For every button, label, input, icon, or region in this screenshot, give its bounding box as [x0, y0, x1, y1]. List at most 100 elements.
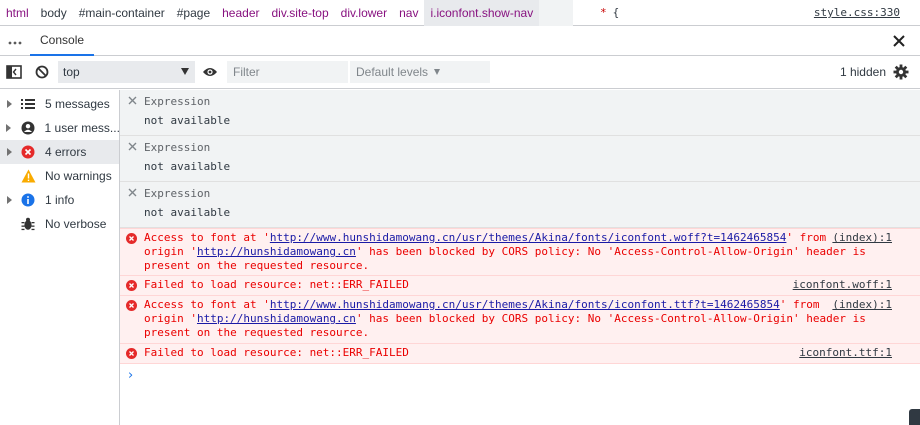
error-line: origin 'http://hunshidamowang.cn' has be… — [144, 245, 866, 258]
error-icon — [126, 233, 137, 244]
remove-expression-icon[interactable] — [128, 96, 137, 105]
breadcrumb-html[interactable]: html — [0, 0, 35, 26]
css-brace: { — [612, 6, 620, 19]
console-sidebar: 5 messages 1 user mess... 4 errors No wa… — [0, 90, 120, 425]
breadcrumb-div-lower[interactable]: div.lower — [335, 0, 393, 26]
filter-input[interactable] — [227, 61, 348, 83]
console-messages: Expression not available Expression not … — [120, 90, 920, 425]
remove-expression-icon[interactable] — [128, 142, 137, 151]
sidebar-item-label: 4 errors — [45, 145, 87, 159]
close-icon — [893, 34, 905, 47]
toggle-sidebar-button[interactable] — [0, 56, 28, 89]
error-url-link[interactable]: http://www.hunshidamowang.cn/usr/themes/… — [270, 298, 780, 311]
error-origin-link[interactable]: http://hunshidamowang.cn — [197, 245, 356, 258]
clear-icon — [35, 65, 49, 79]
breadcrumb-header[interactable]: header — [216, 0, 265, 26]
sidebar-item-label: 1 info — [45, 193, 75, 207]
live-expression-button[interactable] — [195, 56, 225, 89]
error-line: present on the requested resource. — [144, 259, 370, 272]
sidebar-item-label: 1 user mess... — [44, 121, 119, 135]
remove-expression-icon[interactable] — [128, 188, 137, 197]
error-line: Access to font at 'http://www.hunshidamo… — [144, 231, 827, 244]
sidebar-item-label: 5 messages — [45, 97, 110, 111]
user-icon — [18, 120, 38, 136]
console-prompt[interactable]: › — [120, 364, 920, 384]
scroll-corner — [909, 409, 920, 425]
error-source-link[interactable]: (index):1 — [832, 298, 892, 312]
console-toolbar: top Default levels 1 hidden — [0, 56, 920, 89]
expand-arrow-icon[interactable] — [0, 100, 18, 108]
bug-icon — [18, 216, 38, 232]
breadcrumb-page[interactable]: #page — [171, 0, 216, 26]
expression-value: not available — [144, 114, 231, 127]
console-error-message: Access to font at 'http://www.hunshidamo… — [120, 296, 920, 344]
breadcrumb-body[interactable]: body — [35, 0, 73, 26]
elements-breadcrumb-bar: html body #main-container #page header d… — [0, 0, 920, 26]
live-expression: Expression not available — [120, 90, 920, 136]
warning-icon — [18, 168, 38, 184]
sidebar-item-warnings[interactable]: No warnings — [0, 164, 119, 188]
log-levels-dropdown[interactable]: Default levels — [350, 61, 490, 83]
expression-label[interactable]: Expression — [144, 141, 210, 154]
more-tabs-button[interactable] — [0, 26, 30, 56]
log-levels-label: Default levels — [356, 65, 429, 79]
breadcrumb-selected-element[interactable]: i.iconfont.show-nav — [424, 0, 540, 26]
list-icon — [18, 96, 38, 112]
live-expression: Expression not available — [120, 182, 920, 228]
expression-label[interactable]: Expression — [144, 187, 210, 200]
error-origin-link[interactable]: http://hunshidamowang.cn — [197, 312, 356, 325]
console-error-message: Failed to load resource: net::ERR_FAILED… — [120, 344, 920, 364]
breadcrumb-div-site-top[interactable]: div.site-top — [266, 0, 335, 26]
error-source-link[interactable]: iconfont.woff:1 — [793, 278, 892, 292]
error-text: Failed to load resource: net::ERR_FAILED — [144, 278, 409, 291]
context-selector[interactable]: top — [58, 61, 195, 83]
error-line: present on the requested resource. — [144, 326, 370, 339]
sidebar-item-info[interactable]: 1 info — [0, 188, 119, 212]
expression-value: not available — [144, 206, 231, 219]
css-rule-header: * { style.css:330 — [594, 0, 920, 26]
expand-arrow-icon[interactable] — [0, 196, 18, 204]
drawer-header: Console — [0, 26, 920, 56]
info-icon — [18, 192, 38, 208]
console-settings-button[interactable] — [892, 56, 910, 89]
prompt-chevron-icon: › — [128, 368, 134, 383]
expand-arrow-icon[interactable] — [0, 148, 18, 156]
sidebar-item-user-messages[interactable]: 1 user mess... — [0, 116, 119, 140]
error-icon — [18, 144, 38, 160]
error-source-link[interactable]: iconfont.ttf:1 — [799, 346, 892, 360]
breadcrumb-main-container[interactable]: #main-container — [73, 0, 171, 26]
close-drawer-button[interactable] — [892, 34, 906, 48]
error-text: Failed to load resource: net::ERR_FAILED — [144, 346, 409, 359]
hidden-count: 1 hidden — [839, 65, 886, 79]
error-line: Access to font at 'http://www.hunshidamo… — [144, 298, 820, 311]
console-error-message: Failed to load resource: net::ERR_FAILED… — [120, 276, 920, 296]
error-source-link[interactable]: (index):1 — [832, 231, 892, 245]
css-source-link[interactable]: style.css:330 — [814, 6, 900, 19]
context-selector-value: top — [63, 65, 80, 79]
expression-label[interactable]: Expression — [144, 95, 210, 108]
error-line: origin 'http://hunshidamowang.cn' has be… — [144, 312, 866, 325]
breadcrumb-nav[interactable]: nav — [393, 0, 424, 26]
breadcrumb: html body #main-container #page header d… — [0, 0, 594, 26]
expression-value: not available — [144, 160, 231, 173]
sidebar-item-messages[interactable]: 5 messages — [0, 92, 119, 116]
sidebar-item-label: No warnings — [45, 169, 112, 183]
eye-icon — [203, 68, 217, 76]
sidebar-item-errors[interactable]: 4 errors — [0, 140, 119, 164]
expand-arrow-icon[interactable] — [0, 124, 18, 132]
error-icon — [126, 280, 137, 291]
chevron-down-icon — [181, 68, 189, 75]
error-icon — [126, 348, 137, 359]
tab-console[interactable]: Console — [30, 26, 95, 56]
sidebar-item-verbose[interactable]: No verbose — [0, 212, 119, 236]
live-expression: Expression not available — [120, 136, 920, 182]
clear-console-button[interactable] — [28, 56, 56, 89]
sidebar-item-label: No verbose — [45, 217, 107, 231]
error-url-link[interactable]: http://www.hunshidamowang.cn/usr/themes/… — [270, 231, 787, 244]
gear-icon — [893, 64, 909, 80]
more-icon — [8, 41, 22, 44]
error-icon — [126, 300, 137, 311]
css-selector: * — [600, 6, 607, 19]
console-error-message: Access to font at 'http://www.hunshidamo… — [120, 228, 920, 276]
chevron-down-icon — [434, 69, 441, 75]
